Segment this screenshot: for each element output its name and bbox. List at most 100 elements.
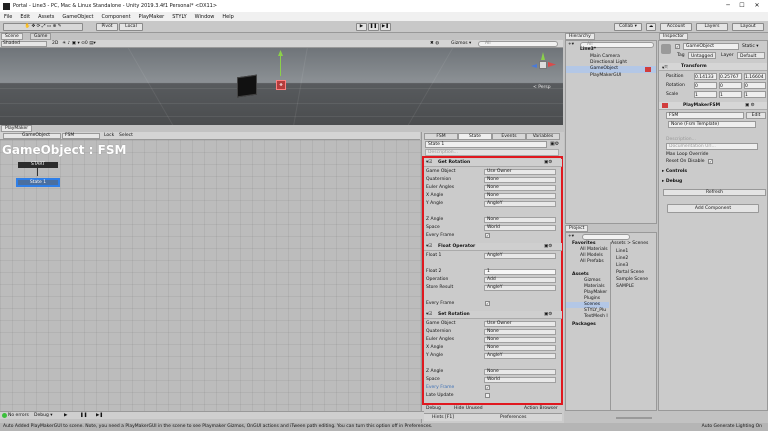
folder-textmesh[interactable]: TextMesh I bbox=[584, 314, 608, 320]
component-settings-icon[interactable]: ▣ ⚙ bbox=[745, 103, 755, 108]
hierarchy-scene-item[interactable]: Line3* bbox=[580, 47, 596, 53]
layout-dropdown[interactable]: Layout bbox=[732, 23, 764, 31]
menu-styly[interactable]: STYLY bbox=[168, 14, 190, 20]
hints-button[interactable]: Hints [F1] bbox=[432, 414, 454, 422]
tab-events[interactable]: Events bbox=[492, 133, 526, 140]
status-message[interactable]: Auto Added PlayMakerGUI to scene. Note, … bbox=[3, 424, 432, 429]
action-header[interactable]: Float Operator bbox=[424, 243, 562, 251]
action-settings-icon[interactable]: ▣⚙ bbox=[544, 244, 552, 249]
gizmos-dropdown[interactable]: Gizmos ▾ bbox=[451, 41, 475, 47]
action-toggle-icon[interactable]: ▾☑ bbox=[426, 312, 432, 317]
field-value[interactable]: Use Owner bbox=[484, 168, 556, 175]
playmaker-gizmo-icon[interactable]: ✥ bbox=[276, 80, 286, 90]
persp-label[interactable]: < Persp bbox=[533, 85, 551, 90]
scene-view-toggles[interactable]: ☀ ♪ ▣ ▾ ⊙0 ▤▾ bbox=[62, 41, 132, 47]
gizmo-z-cone-icon[interactable] bbox=[531, 64, 537, 68]
state-name-input[interactable]: State 1 bbox=[425, 141, 547, 148]
action-browser-button[interactable]: Action Browser bbox=[524, 405, 558, 412]
fsm-name-input[interactable]: FSM bbox=[666, 112, 744, 119]
tools-icon[interactable]: ✖ ◍ bbox=[430, 41, 448, 47]
gizmo-x-cone-icon[interactable] bbox=[548, 62, 556, 67]
lock-toggle[interactable]: Lock bbox=[104, 133, 114, 138]
debug-toggle[interactable]: Debug bbox=[426, 405, 441, 412]
field-value[interactable]: None bbox=[484, 176, 556, 183]
close-button[interactable]: ✕ bbox=[753, 2, 761, 10]
pause-icon[interactable]: ❚❚ bbox=[80, 412, 88, 420]
controls-foldout[interactable]: ▸ Controls bbox=[662, 168, 687, 175]
every-frame-checkbox[interactable]: ✓ bbox=[485, 301, 490, 306]
project-search-input[interactable] bbox=[582, 234, 630, 240]
scene-file[interactable]: SAMPLE bbox=[616, 284, 634, 290]
scene-file[interactable]: Line2 bbox=[616, 256, 628, 262]
scene-file[interactable]: Sample Scene bbox=[616, 277, 648, 283]
scene-file[interactable]: Line1 bbox=[616, 249, 628, 255]
menu-component[interactable]: Component bbox=[98, 14, 135, 20]
position-z-field[interactable]: 1.16604 bbox=[744, 73, 766, 80]
action-toggle-icon[interactable]: ▾☑ bbox=[426, 244, 432, 249]
field-value[interactable]: AngleY bbox=[484, 352, 556, 359]
tab-playmaker[interactable]: PlayMaker bbox=[1, 125, 33, 132]
position-y-field[interactable]: 0.25767 bbox=[719, 73, 742, 80]
description-field[interactable]: Description... bbox=[666, 137, 696, 142]
rotation-x-field[interactable]: 0 bbox=[694, 82, 717, 89]
fsm-graph-canvas[interactable]: GameObject : FSM START State 1 bbox=[0, 140, 421, 411]
create-dropdown[interactable]: +▾ bbox=[568, 42, 576, 48]
field-value[interactable]: None bbox=[484, 184, 556, 191]
menu-edit[interactable]: Edit bbox=[16, 14, 34, 20]
project-create-dropdown[interactable]: +▾ bbox=[568, 234, 574, 239]
maximize-button[interactable]: ☐ bbox=[738, 2, 746, 10]
field-value[interactable]: None bbox=[484, 344, 556, 351]
cube-object[interactable] bbox=[237, 74, 257, 98]
orientation-gizmo[interactable] bbox=[530, 52, 556, 78]
hierarchy-item-gameobject[interactable]: GameObject bbox=[590, 66, 618, 72]
debug-dropdown[interactable]: Debug ▾ bbox=[34, 412, 53, 420]
menu-playmaker[interactable]: PlayMaker bbox=[135, 14, 169, 20]
pause-button[interactable]: ❚❚ bbox=[368, 23, 379, 31]
action-header[interactable]: Get Rotation bbox=[424, 159, 562, 167]
scale-z-field[interactable]: 1 bbox=[744, 91, 766, 98]
select-button[interactable]: Select bbox=[119, 133, 133, 138]
tab-project[interactable]: Project bbox=[565, 225, 589, 232]
cloud-icon[interactable]: ☁ bbox=[646, 23, 656, 31]
field-value[interactable]: Use Owner bbox=[484, 320, 556, 327]
action-header[interactable]: Set Rotation bbox=[424, 311, 562, 319]
state-settings-icon[interactable]: ▣⚙ bbox=[550, 141, 560, 148]
tab-state[interactable]: State bbox=[458, 133, 492, 140]
gizmo-y-cone-icon[interactable] bbox=[541, 52, 545, 60]
scene-search-input[interactable]: All bbox=[478, 41, 558, 47]
field-value[interactable]: AngleY bbox=[484, 200, 556, 207]
action-settings-icon[interactable]: ▣⚙ bbox=[544, 312, 552, 317]
step-icon[interactable]: ▶❚ bbox=[96, 412, 103, 420]
field-value[interactable]: None bbox=[484, 368, 556, 375]
tag-dropdown[interactable]: Untagged bbox=[688, 52, 716, 59]
hierarchy-item-playmakergui[interactable]: PlayMakerGUI bbox=[590, 73, 621, 79]
field-value[interactable]: World bbox=[484, 224, 556, 231]
scale-y-field[interactable]: 1 bbox=[719, 91, 742, 98]
transform-header[interactable]: Transform bbox=[659, 63, 767, 71]
menu-assets[interactable]: Assets bbox=[34, 14, 58, 20]
documentation-url-field[interactable]: Documentation Url... bbox=[666, 143, 758, 150]
field-value[interactable]: None bbox=[484, 192, 556, 199]
errors-label[interactable]: No errors bbox=[8, 412, 29, 420]
layer-dropdown[interactable]: Default bbox=[737, 52, 765, 59]
state-description-input[interactable]: Description... bbox=[425, 149, 559, 156]
tab-scene[interactable]: Scene bbox=[1, 33, 23, 40]
scene-file[interactable]: Portal Scene bbox=[616, 270, 644, 276]
hide-unused-toggle[interactable]: Hide Unused bbox=[454, 405, 483, 412]
fsm-dropdown[interactable]: FSM bbox=[62, 133, 100, 139]
refresh-button[interactable]: Refresh bbox=[663, 189, 766, 196]
menu-file[interactable]: File bbox=[0, 14, 16, 20]
state-node[interactable]: State 1 bbox=[16, 178, 60, 187]
add-component-button[interactable]: Add Component bbox=[667, 204, 759, 213]
field-value[interactable]: World bbox=[484, 376, 556, 383]
rotation-z-field[interactable]: 0 bbox=[744, 82, 766, 89]
gameobject-dropdown[interactable]: GameObject bbox=[3, 133, 61, 139]
position-x-field[interactable]: 0.14133 bbox=[694, 73, 717, 80]
every-frame-checkbox[interactable]: ✓ bbox=[485, 385, 490, 390]
collab-button[interactable]: Collab ▾ bbox=[614, 23, 642, 31]
field-value[interactable]: AngleY bbox=[484, 284, 556, 291]
menu-gameobject[interactable]: GameObject bbox=[58, 14, 97, 20]
action-settings-icon[interactable]: ▣⚙ bbox=[544, 160, 552, 165]
minimize-button[interactable]: ─ bbox=[724, 2, 732, 10]
active-checkbox[interactable]: ✓ bbox=[675, 44, 680, 49]
